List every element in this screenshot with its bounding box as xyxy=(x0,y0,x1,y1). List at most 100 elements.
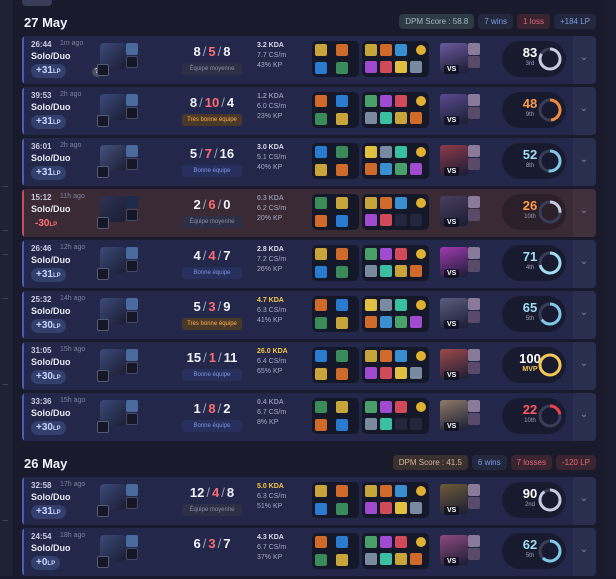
vs-label: VS xyxy=(444,557,460,566)
kda-ratio: 3.0 KDA xyxy=(257,144,284,151)
item-icon xyxy=(380,248,392,260)
rune-icon xyxy=(315,215,327,227)
rune-icon xyxy=(315,299,327,311)
rune-icon xyxy=(315,419,327,431)
runes-panel[interactable] xyxy=(312,245,359,281)
top-tab-button[interactable] xyxy=(22,0,52,6)
runes-panel[interactable] xyxy=(312,398,359,434)
scrollbar-track[interactable] xyxy=(606,0,616,576)
kills-value: 1 xyxy=(193,401,201,416)
kill-participation: 40% KP xyxy=(257,164,283,171)
kill-participation: 65% KP xyxy=(257,368,283,375)
wins-badge: 6 wins xyxy=(471,455,507,470)
lp-value: +31 xyxy=(36,269,53,280)
chevron-down-icon[interactable]: ⌄ xyxy=(578,154,590,166)
items-panel[interactable] xyxy=(362,41,429,77)
trinket-icon xyxy=(416,402,426,412)
chevron-down-icon[interactable]: ⌄ xyxy=(578,205,590,217)
match-row[interactable]: 32:58 17h ago Solo/Duo +31LP 12/4/8 Équipe mo… xyxy=(22,477,596,525)
chevron-down-icon[interactable]: ⌄ xyxy=(578,493,590,505)
summoner-spell-icon xyxy=(126,260,138,272)
chevron-down-icon[interactable]: ⌄ xyxy=(578,409,590,421)
item-icon xyxy=(365,502,377,514)
match-time-ago: 2h ago xyxy=(60,142,82,149)
item-icon xyxy=(380,553,392,565)
result-edge xyxy=(22,291,24,339)
match-row[interactable]: 26:441m agoSolo/Duo+31LP?8/5/8Équipe moy… xyxy=(22,36,596,84)
items-panel[interactable] xyxy=(362,245,429,281)
match-row[interactable]: 26:46 12h ago Solo/Duo +31LP 4/4/7 Bonne équi… xyxy=(22,240,596,288)
summoner-spell-icon xyxy=(126,209,138,221)
rune-icon xyxy=(336,62,348,74)
item-icon xyxy=(380,350,392,362)
team-performance-tag: Équipe moyenne xyxy=(182,216,242,228)
chevron-down-icon[interactable]: ⌄ xyxy=(578,103,590,115)
match-duration: 39:53 xyxy=(31,91,52,100)
runes-panel[interactable] xyxy=(312,482,359,518)
items-panel[interactable] xyxy=(362,92,429,128)
runes-panel[interactable] xyxy=(312,92,359,128)
items-panel[interactable] xyxy=(362,143,429,179)
assists-value: 7 xyxy=(223,536,231,551)
runes-panel[interactable] xyxy=(312,41,359,77)
match-row[interactable]: 15:12 11h ago Solo/Duo -30LP 2/6/0 Équipe moy… xyxy=(22,189,596,237)
chevron-down-icon[interactable]: ⌄ xyxy=(578,52,590,64)
deaths-value: 1 xyxy=(208,350,216,365)
items-panel[interactable] xyxy=(362,194,429,230)
day-header: 27 May DPM Score : 58.8 7 wins 1 loss +184 L… xyxy=(22,10,596,36)
items-panel[interactable] xyxy=(362,398,429,434)
item-icon xyxy=(395,401,407,413)
vs-label: VS xyxy=(444,116,460,125)
match-row[interactable]: 33:36 15h ago Solo/Duo +30LP 1/8/2 Bonne équi… xyxy=(22,393,596,441)
rune-icon xyxy=(315,503,327,515)
runes-panel[interactable] xyxy=(312,533,359,569)
items-panel[interactable] xyxy=(362,296,429,332)
item-icon xyxy=(380,44,392,56)
chevron-down-icon[interactable]: ⌄ xyxy=(578,256,590,268)
queue-type: Solo/Duo xyxy=(31,543,71,553)
rune-icon xyxy=(315,266,327,278)
chevron-down-icon[interactable]: ⌄ xyxy=(578,544,590,556)
rune-icon xyxy=(315,368,327,380)
vs-label: VS xyxy=(444,218,460,227)
result-edge xyxy=(22,393,24,441)
queue-type: Solo/Duo xyxy=(31,204,71,214)
runes-panel[interactable] xyxy=(312,143,359,179)
lp-value: +30 xyxy=(36,422,53,433)
items-panel[interactable] xyxy=(362,482,429,518)
score-ring-fill xyxy=(538,353,562,377)
match-row[interactable]: 24:54 18h ago Solo/Duo +0LP 6/3/7 4.3 KDA 6.7 … xyxy=(22,528,596,576)
match-row[interactable]: 36:01 2h ago Solo/Duo +31LP 5/7/16 Bonne équi… xyxy=(22,138,596,186)
vs-label: VS xyxy=(444,506,460,515)
queue-type: Solo/Duo xyxy=(31,102,71,112)
vs-label: VS xyxy=(444,167,460,176)
day-date: 27 May xyxy=(24,15,68,30)
kda-separator: / xyxy=(199,95,203,110)
opponent-spell-icon xyxy=(468,196,480,208)
rune-icon xyxy=(336,401,348,413)
items-panel[interactable] xyxy=(362,347,429,383)
trinket-icon xyxy=(416,45,426,55)
day-section: 26 May DPM Score : 41.5 6 wins 7 losses -120… xyxy=(22,451,596,579)
kda-separator: / xyxy=(202,536,207,551)
summoner-spell-icon xyxy=(126,145,138,157)
runes-panel[interactable] xyxy=(312,347,359,383)
items-panel[interactable] xyxy=(362,533,429,569)
rune-icon xyxy=(315,317,327,329)
result-edge xyxy=(22,240,24,288)
item-icon xyxy=(395,536,407,548)
runes-panel[interactable] xyxy=(312,296,359,332)
match-row[interactable]: 39:53 2h ago Solo/Duo +31LP 8/10/4 Très bonne… xyxy=(22,87,596,135)
match-stats: 1.2 KDA 6.0 CS/m 23% KP xyxy=(257,92,286,122)
runes-panel[interactable] xyxy=(312,194,359,230)
match-row[interactable]: 31:05 15h ago Solo/Duo +30LP 15/1/11 Bonne éq… xyxy=(22,342,596,390)
item-icon xyxy=(395,316,407,328)
chevron-down-icon[interactable]: ⌄ xyxy=(578,358,590,370)
chevron-down-icon[interactable]: ⌄ xyxy=(578,307,590,319)
item-icon xyxy=(365,485,377,497)
rune-icon xyxy=(336,350,348,362)
item-icon xyxy=(365,316,377,328)
match-row[interactable]: 25:32 14h ago Solo/Duo +30LP 5/3/9 Très bonne… xyxy=(22,291,596,339)
assists-value: 8 xyxy=(226,485,235,500)
queue-type: Solo/Duo xyxy=(31,153,71,163)
